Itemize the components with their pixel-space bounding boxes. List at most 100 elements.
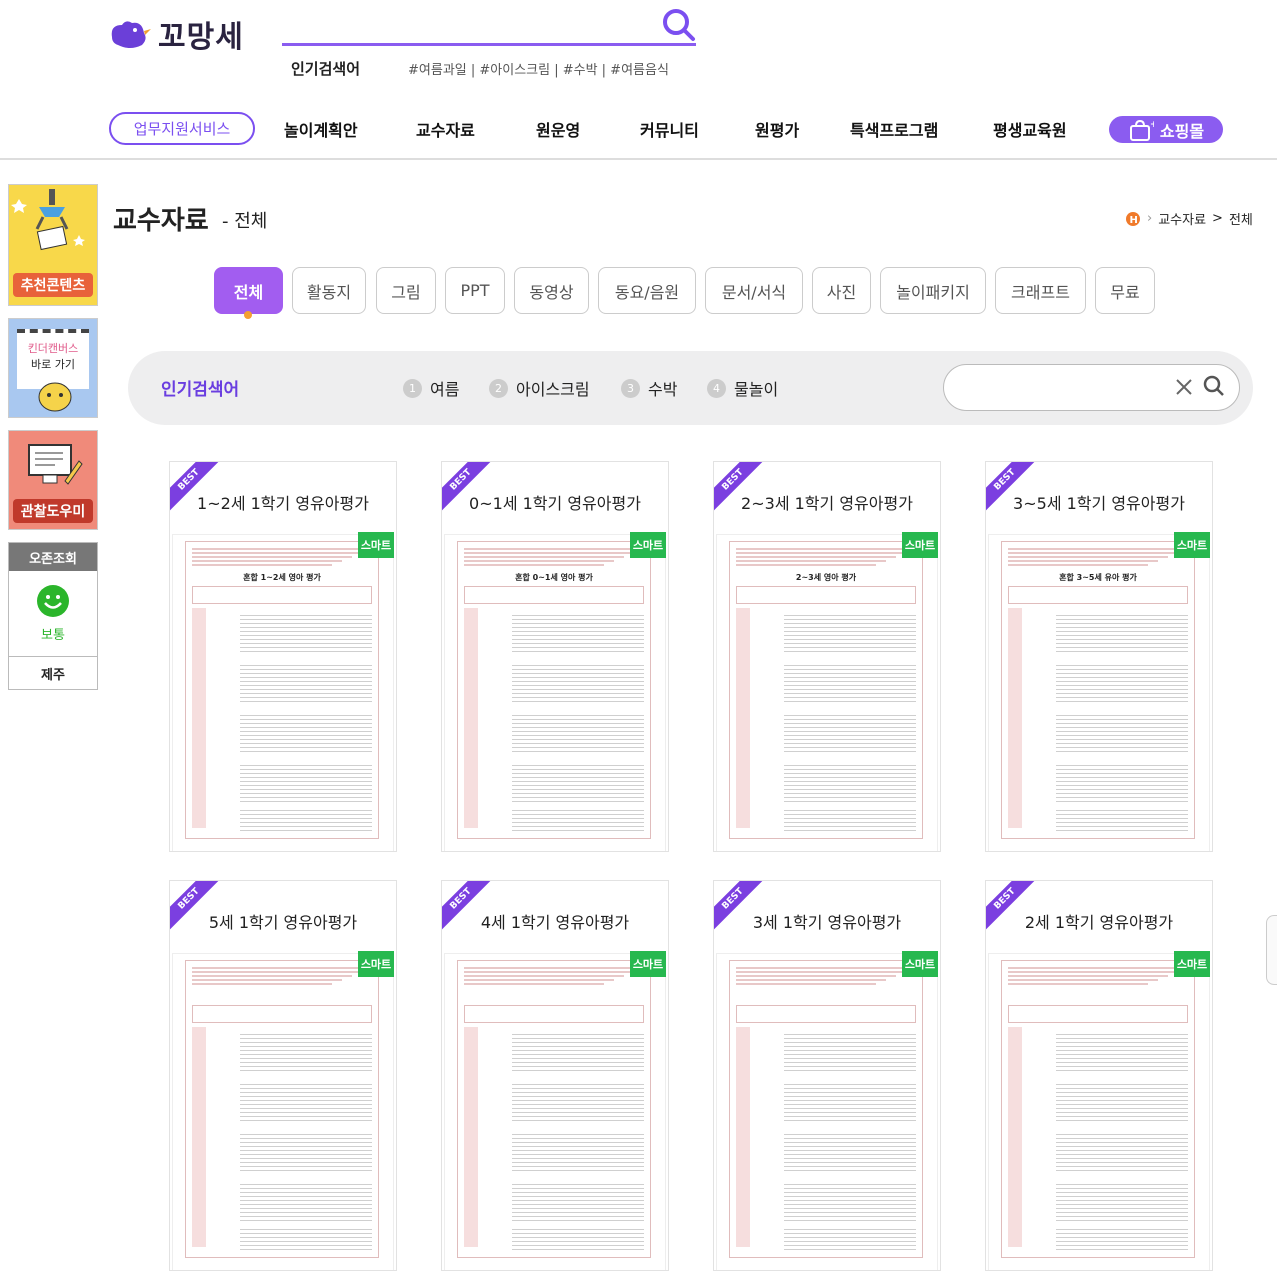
material-card[interactable]: BEST 5세 1학기 영유아평가 스마트 <box>169 880 397 1271</box>
recommended-content-label: 추천콘텐츠 <box>13 273 93 297</box>
material-card[interactable]: BEST 3세 1학기 영유아평가 스마트 <box>713 880 941 1271</box>
keyword-item[interactable]: 3 수박 <box>621 376 677 400</box>
nav-item-teaching-materials[interactable]: 교수자료 <box>416 117 475 141</box>
popular-search-tags[interactable]: #여름과일 | #아이스크림 | #수박 | #여름음식 <box>408 59 669 78</box>
search-submit-icon[interactable] <box>1203 375 1225 397</box>
search-icon[interactable] <box>660 6 696 42</box>
document-preview: 혼합 3~5세 유아 평가 <box>1001 541 1195 839</box>
card-thumbnail[interactable] <box>172 953 394 1270</box>
logo-text: 꼬망세 <box>158 20 244 55</box>
bird-logo-icon <box>111 21 151 48</box>
tab-document-form[interactable]: 문서/서식 <box>705 267 803 314</box>
doc-title: 혼합 0~1세 영아 평가 <box>515 573 593 582</box>
card-thumbnail[interactable]: 혼합 1~2세 영아 평가 <box>172 534 394 851</box>
nav-item-lifelong-edu[interactable]: 평생교육원 <box>993 117 1067 141</box>
keyword-rank: 2 <box>489 378 508 398</box>
nav-item-evaluation[interactable]: 원평가 <box>755 117 799 141</box>
card-title[interactable]: 2세 1학기 영유아평가 <box>986 909 1212 933</box>
keyword-text: 아이스크림 <box>516 380 590 399</box>
site-logo[interactable]: 꼬망세 <box>108 14 244 55</box>
nav-item-operation[interactable]: 원운영 <box>536 117 580 141</box>
clear-icon[interactable] <box>1175 378 1193 396</box>
keyword-rank: 4 <box>707 378 726 398</box>
card-thumbnail[interactable]: 2~3세 영아 평가 <box>716 534 938 851</box>
recommended-content-banner[interactable]: 추천콘텐츠 <box>8 184 98 306</box>
ozone-widget: 오존조회 보통 제주 <box>8 542 98 690</box>
card-title[interactable]: 0~1세 1학기 영유아평가 <box>442 490 668 514</box>
material-card[interactable]: BEST 3~5세 1학기 영유아평가 혼합 3~5세 유아 평가 스마트 <box>985 461 1213 852</box>
svg-text:+: + <box>1150 120 1154 130</box>
keyword-item[interactable]: 1 여름 <box>403 376 459 400</box>
shopping-bag-icon: + <box>1129 119 1154 141</box>
tab-worksheet[interactable]: 활동지 <box>292 267 366 314</box>
ozone-title: 오존조회 <box>9 543 97 571</box>
shop-button[interactable]: + 쇼핑몰 <box>1109 116 1223 143</box>
material-card[interactable]: BEST 1~2세 1학기 영유아평가 혼합 1~2세 영아 평가 스마트 <box>169 461 397 852</box>
material-card[interactable]: BEST 2~3세 1학기 영유아평가 2~3세 영아 평가 스마트 <box>713 461 941 852</box>
keyword-text: 수박 <box>648 380 678 399</box>
smart-badge: 스마트 <box>902 951 938 977</box>
smart-badge: 스마트 <box>902 532 938 558</box>
doc-title: 혼합 1~2세 영아 평가 <box>243 573 321 582</box>
smile-icon <box>37 585 69 617</box>
go-now-label: 바로 가기 <box>31 358 75 371</box>
keyword-item[interactable]: 4 물놀이 <box>707 376 778 400</box>
tab-all[interactable]: 전체 <box>214 267 283 314</box>
shop-label: 쇼핑몰 <box>1159 121 1205 141</box>
tab-video[interactable]: 동영상 <box>514 267 589 314</box>
card-thumbnail[interactable]: 혼합 0~1세 영아 평가 <box>444 534 666 851</box>
active-tab-dot <box>244 311 252 319</box>
home-icon[interactable]: H <box>1125 211 1141 227</box>
smart-badge: 스마트 <box>358 532 394 558</box>
tab-photo[interactable]: 사진 <box>812 267 871 314</box>
breadcrumb-item[interactable]: 교수자료 <box>1158 209 1206 228</box>
smart-badge: 스마트 <box>1174 951 1210 977</box>
page-title: 교수자료 <box>113 206 209 236</box>
card-thumbnail[interactable] <box>444 953 666 1270</box>
observation-helper-banner[interactable]: 관찰도우미 <box>8 430 98 530</box>
scroll-handle[interactable] <box>1266 915 1277 985</box>
ozone-status: 보통 <box>41 628 65 643</box>
material-card[interactable]: BEST 4세 1학기 영유아평가 스마트 <box>441 880 669 1271</box>
breadcrumb-current: 전체 <box>1228 213 1253 228</box>
breadcrumb: H › 교수자료 > 전체 <box>1125 209 1253 228</box>
nav-item-community[interactable]: 커뮤니티 <box>640 117 699 141</box>
card-title[interactable]: 2~3세 1학기 영유아평가 <box>714 490 940 514</box>
kinder-canvas-banner[interactable]: 킨더캔버스 바로 가기 <box>8 318 98 418</box>
tab-play-package[interactable]: 놀이패키지 <box>880 267 986 314</box>
doc-title: 혼합 3~5세 유아 평가 <box>1059 573 1137 582</box>
observation-helper-label: 관찰도우미 <box>13 499 93 523</box>
claw-machine-icon <box>11 189 85 251</box>
nav-item-special-program[interactable]: 특색프로그램 <box>850 117 938 141</box>
doc-title: 2~3세 영아 평가 <box>795 573 857 582</box>
document-preview: 혼합 1~2세 영아 평가 <box>185 541 379 839</box>
card-thumbnail[interactable] <box>716 953 938 1270</box>
nav-item-play-plan[interactable]: 놀이계획안 <box>284 117 358 141</box>
ozone-region[interactable]: 제주 <box>9 657 97 689</box>
card-title[interactable]: 5세 1학기 영유아평가 <box>170 909 396 933</box>
material-search-input[interactable] <box>943 364 1240 411</box>
popular-search-label: 인기검색어 <box>291 60 361 78</box>
material-card[interactable]: BEST 0~1세 1학기 영유아평가 혼합 0~1세 영아 평가 스마트 <box>441 461 669 852</box>
card-title[interactable]: 1~2세 1학기 영유아평가 <box>170 490 396 514</box>
card-title[interactable]: 3세 1학기 영유아평가 <box>714 909 940 933</box>
document-preview: 2~3세 영아 평가 <box>729 541 923 839</box>
keyword-text: 물놀이 <box>734 380 779 399</box>
card-thumbnail[interactable]: 혼합 3~5세 유아 평가 <box>988 534 1210 851</box>
nav-business-support[interactable]: 업무지원서비스 <box>109 112 255 145</box>
tab-craft[interactable]: 크래프트 <box>995 267 1086 314</box>
tab-ppt[interactable]: PPT <box>445 267 505 314</box>
document-preview <box>729 960 923 1258</box>
material-card[interactable]: BEST 2세 1학기 영유아평가 스마트 <box>985 880 1213 1271</box>
tab-picture[interactable]: 그림 <box>376 267 436 314</box>
smart-badge: 스마트 <box>630 951 666 977</box>
smart-badge: 스마트 <box>630 532 666 558</box>
tab-free[interactable]: 무료 <box>1095 267 1155 314</box>
tab-song-audio[interactable]: 동요/음원 <box>598 267 696 314</box>
header-search-input[interactable] <box>282 43 696 46</box>
keyword-item[interactable]: 2 아이스크림 <box>489 376 590 400</box>
popular-keyword-label: 인기검색어 <box>161 380 240 400</box>
card-thumbnail[interactable] <box>988 953 1210 1270</box>
card-title[interactable]: 3~5세 1학기 영유아평가 <box>986 490 1212 514</box>
card-title[interactable]: 4세 1학기 영유아평가 <box>442 909 668 933</box>
